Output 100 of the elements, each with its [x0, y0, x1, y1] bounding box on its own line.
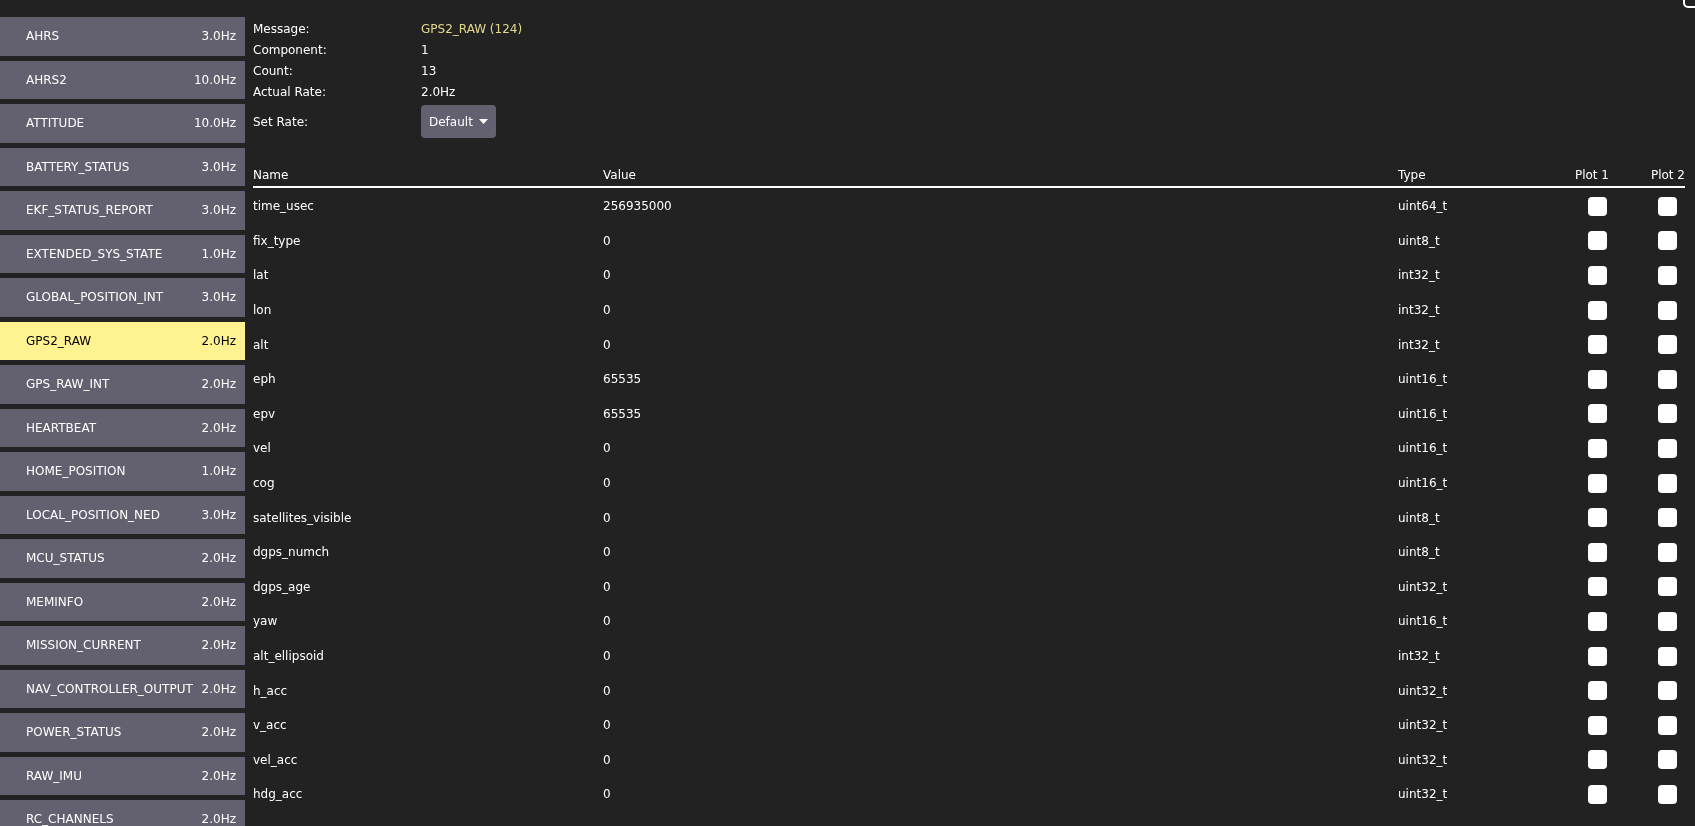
plot-checkbox[interactable] [1658, 577, 1677, 597]
field-value: 0 [603, 509, 612, 527]
plot-checkbox[interactable] [1658, 542, 1677, 562]
caret-icon [478, 119, 488, 124]
plot-checkbox[interactable] [1658, 681, 1677, 701]
field-type: uint16_t [1398, 405, 1449, 423]
info-label: Actual Rate: [253, 83, 327, 101]
plot-checkbox[interactable] [1588, 646, 1607, 666]
field-type: uint8_t [1398, 232, 1441, 250]
field-value: 0 [603, 302, 612, 320]
field-name: cog [253, 475, 276, 493]
message-item[interactable]: RC_CHANNELS 2.0Hz [0, 800, 245, 826]
field-type: uint32_t [1398, 717, 1449, 735]
plot-checkbox[interactable] [1588, 300, 1607, 320]
field-value: 0 [603, 578, 612, 596]
message-item[interactable]: AHRS 3.0Hz [0, 17, 245, 56]
plot-checkbox[interactable] [1658, 369, 1677, 389]
info-value: 1 [421, 41, 429, 59]
field-type: uint32_t [1398, 578, 1449, 596]
message-item[interactable]: MCU_STATUS 2.0Hz [0, 539, 245, 578]
plot-checkbox[interactable] [1588, 715, 1607, 735]
plot-checkbox[interactable] [1658, 611, 1677, 631]
field-name: epv [253, 405, 277, 423]
message-item[interactable]: GPS2_RAW 2.0Hz [0, 321, 245, 360]
field-name: h_acc [253, 682, 289, 700]
plot-checkbox[interactable] [1588, 611, 1607, 631]
plot-checkbox[interactable] [1658, 300, 1677, 320]
field-value: 65535 [603, 371, 643, 389]
plot-checkbox[interactable] [1658, 266, 1677, 285]
plot-checkbox[interactable] [1658, 646, 1677, 666]
field-type: int32_t [1398, 302, 1441, 320]
message-item[interactable]: MISSION_CURRENT 2.0Hz [0, 626, 245, 665]
message-item[interactable]: EKF_STATUS_REPORT 3.0Hz [0, 191, 245, 230]
field-type: uint16_t [1398, 613, 1449, 631]
plot-checkbox[interactable] [1588, 473, 1607, 493]
set-rate-label: Set Rate: [253, 113, 310, 131]
field-name: lon [253, 302, 273, 320]
message-item[interactable]: RAW_IMU 2.0Hz [0, 756, 245, 795]
plot-checkbox[interactable] [1588, 681, 1607, 701]
info-label: Message: [253, 20, 311, 38]
plot-checkbox[interactable] [1588, 196, 1607, 216]
field-type: int32_t [1398, 648, 1441, 665]
plot-checkbox[interactable] [1658, 335, 1677, 355]
field-type: uint32_t [1398, 786, 1449, 804]
field-value: 0 [603, 475, 612, 493]
message-item[interactable]: AHRS2 10.0Hz [0, 60, 245, 99]
message-item[interactable]: ATTITUDE 10.0Hz [0, 104, 245, 143]
plot-checkbox[interactable] [1588, 231, 1607, 251]
plot-checkbox[interactable] [1588, 438, 1607, 458]
message-item[interactable]: GPS_RAW_INT 2.0Hz [0, 365, 245, 404]
plot-checkbox[interactable] [1658, 231, 1677, 251]
message-item[interactable]: MEMINFO 2.0Hz [0, 582, 245, 621]
plot-checkbox[interactable] [1658, 404, 1677, 424]
field-value: 0 [603, 440, 612, 458]
info-value: 2.0Hz [421, 83, 456, 101]
field-type: uint32_t [1398, 751, 1449, 769]
field-type: uint16_t [1398, 440, 1449, 458]
plot-checkbox[interactable] [1588, 404, 1607, 424]
field-type: uint64_t [1398, 198, 1449, 216]
field-value: 0 [603, 232, 612, 250]
info-label: Count: [253, 62, 294, 80]
message-item[interactable]: NAV_CONTROLLER_OUTPUT 2.0Hz [0, 669, 245, 708]
plot-checkbox[interactable] [1658, 196, 1677, 216]
field-name: vel_acc [253, 751, 299, 769]
plot-checkbox[interactable] [1588, 750, 1607, 770]
field-value: 0 [603, 648, 612, 665]
plot-checkbox[interactable] [1658, 715, 1677, 735]
message-item[interactable]: POWER_STATUS 2.0Hz [0, 713, 245, 752]
plot-checkbox[interactable] [1658, 508, 1677, 528]
field-type: uint16_t [1398, 371, 1449, 389]
field-type: uint8_t [1398, 509, 1441, 527]
plot-checkbox[interactable] [1588, 577, 1607, 597]
plot-checkbox[interactable] [1588, 335, 1607, 355]
field-name: dgps_age [253, 578, 312, 596]
plot-checkbox[interactable] [1588, 784, 1607, 804]
column-header: Value [603, 167, 637, 184]
field-name: v_acc [253, 717, 288, 735]
field-value: 0 [603, 786, 612, 804]
plot-checkbox[interactable] [1658, 438, 1677, 458]
info-value: 13 [421, 62, 437, 80]
field-type: uint16_t [1398, 475, 1449, 493]
rate-dropdown[interactable]: Default [421, 105, 496, 138]
plot-checkbox[interactable] [1588, 369, 1607, 389]
message-item[interactable]: EXTENDED_SYS_STATE 1.0Hz [0, 234, 245, 273]
field-type: uint32_t [1398, 682, 1449, 700]
message-item[interactable]: LOCAL_POSITION_NED 3.0Hz [0, 495, 245, 534]
message-item[interactable]: HOME_POSITION 1.0Hz [0, 452, 245, 491]
field-value: 0 [603, 336, 612, 354]
plot-checkbox[interactable] [1588, 266, 1607, 285]
column-header: Type [1398, 167, 1427, 184]
plot-checkbox[interactable] [1658, 473, 1677, 493]
plot-checkbox[interactable] [1658, 750, 1677, 770]
plot-checkbox[interactable] [1658, 784, 1677, 804]
field-name: eph [253, 371, 277, 389]
message-item[interactable]: HEARTBEAT 2.0Hz [0, 408, 245, 447]
message-item[interactable]: BATTERY_STATUS 3.0Hz [0, 147, 245, 186]
message-item[interactable]: GLOBAL_POSITION_INT 3.0Hz [0, 278, 245, 317]
plot-checkbox[interactable] [1588, 542, 1607, 562]
field-name: satellites_visible [253, 509, 353, 527]
plot-checkbox[interactable] [1588, 508, 1607, 528]
